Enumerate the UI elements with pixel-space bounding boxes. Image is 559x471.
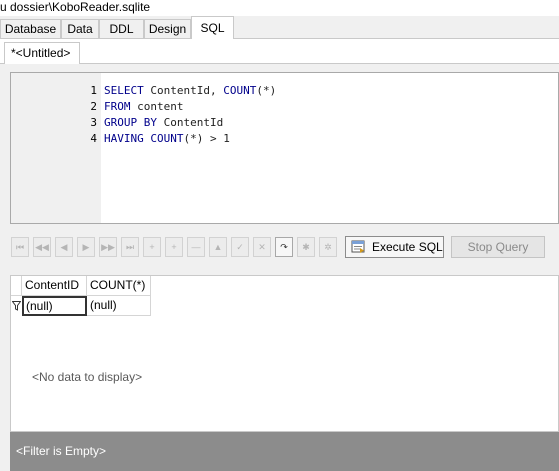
next-page-icon[interactable]: ▶▶ [99, 237, 117, 257]
sql-editor-panel: 1 SELECT ContentId, COUNT(*) 2 FROM cont… [0, 64, 559, 232]
tab-ddl[interactable]: DDL [99, 19, 144, 38]
bookmark-icon[interactable]: ✱ [297, 237, 315, 257]
filter-cell-count[interactable]: (null) [87, 296, 151, 316]
insert-icon[interactable]: + [143, 237, 161, 257]
last-icon[interactable]: ⏭ [121, 237, 139, 257]
delete-icon[interactable]: — [187, 237, 205, 257]
sql-keyword: COUNT [150, 132, 184, 145]
sql-text: ContentId, [143, 84, 224, 97]
grid-corner [11, 276, 22, 296]
tab-data[interactable]: Data [61, 19, 99, 38]
document-tab-bar: *<Untitled> [0, 39, 559, 64]
stop-query-button[interactable]: Stop Query [451, 236, 545, 258]
execute-sql-button[interactable]: Execute SQL [345, 236, 444, 258]
sql-text: content [130, 100, 184, 113]
first-icon[interactable]: ⏮ [11, 237, 29, 257]
line-number: 1 [90, 84, 97, 97]
sql-editor[interactable]: 1 SELECT ContentId, COUNT(*) 2 FROM cont… [10, 72, 559, 224]
tab-sql[interactable]: SQL [191, 16, 234, 39]
refresh-icon[interactable]: ↷ [275, 237, 293, 257]
filter-status-bar[interactable]: <Filter is Empty> [10, 432, 559, 471]
next-icon[interactable]: ▶ [77, 237, 95, 257]
sql-keyword: HAVING [104, 132, 144, 145]
tab-design[interactable]: Design [144, 19, 191, 38]
column-header-contentid[interactable]: ContentID [22, 276, 87, 296]
column-header-count[interactable]: COUNT(*) [87, 276, 151, 296]
tab-database[interactable]: Database [0, 19, 61, 38]
window-title: u dossier\KoboReader.sqlite [0, 0, 151, 14]
sql-keyword: FROM [104, 100, 131, 113]
filter-cell-contentid[interactable]: (null) [22, 296, 87, 316]
sql-keyword: SELECT [104, 84, 144, 97]
code-line[interactable]: FROM content [104, 99, 183, 115]
code-line[interactable]: SELECT ContentId, COUNT(*) [104, 83, 276, 99]
main-tab-bar: Database Data DDL Design SQL [0, 16, 559, 39]
post-icon[interactable]: ✓ [231, 237, 249, 257]
code-line[interactable]: HAVING COUNT(*) > 1 [104, 131, 230, 147]
execute-sql-label: Execute SQL [372, 240, 443, 254]
prior-icon[interactable]: ◀ [55, 237, 73, 257]
no-data-message: <No data to display> [32, 370, 143, 384]
sql-text: ContentId [156, 116, 224, 129]
goto-bookmark-icon[interactable]: ✲ [319, 237, 337, 257]
append-icon[interactable]: + [165, 237, 183, 257]
results-panel: ContentID COUNT(*) (null) (null) <No dat… [0, 263, 559, 471]
line-number: 2 [90, 100, 97, 113]
results-grid[interactable]: ContentID COUNT(*) (null) (null) <No dat… [10, 275, 559, 432]
sql-keyword: COUNT [223, 84, 257, 97]
code-line[interactable]: GROUP BY ContentId [104, 115, 223, 131]
navigator-toolbar: ⏮ ◀◀ ◀ ▶ ▶▶ ⏭ + + — ▲ ✓ ✕ ↷ ✱ ✲ Execute … [0, 232, 559, 264]
sql-text: (*) > 1 [183, 132, 230, 145]
cancel-icon[interactable]: ✕ [253, 237, 271, 257]
filter-icon [12, 301, 21, 311]
sql-text: (*) [256, 84, 277, 97]
prior-page-icon[interactable]: ◀◀ [33, 237, 51, 257]
line-number: 3 [90, 116, 97, 129]
line-number: 4 [90, 132, 97, 145]
sql-keyword: GROUP BY [104, 116, 157, 129]
execute-sql-icon [351, 240, 365, 253]
edit-icon[interactable]: ▲ [209, 237, 227, 257]
tab-untitled-query[interactable]: *<Untitled> [4, 42, 80, 64]
